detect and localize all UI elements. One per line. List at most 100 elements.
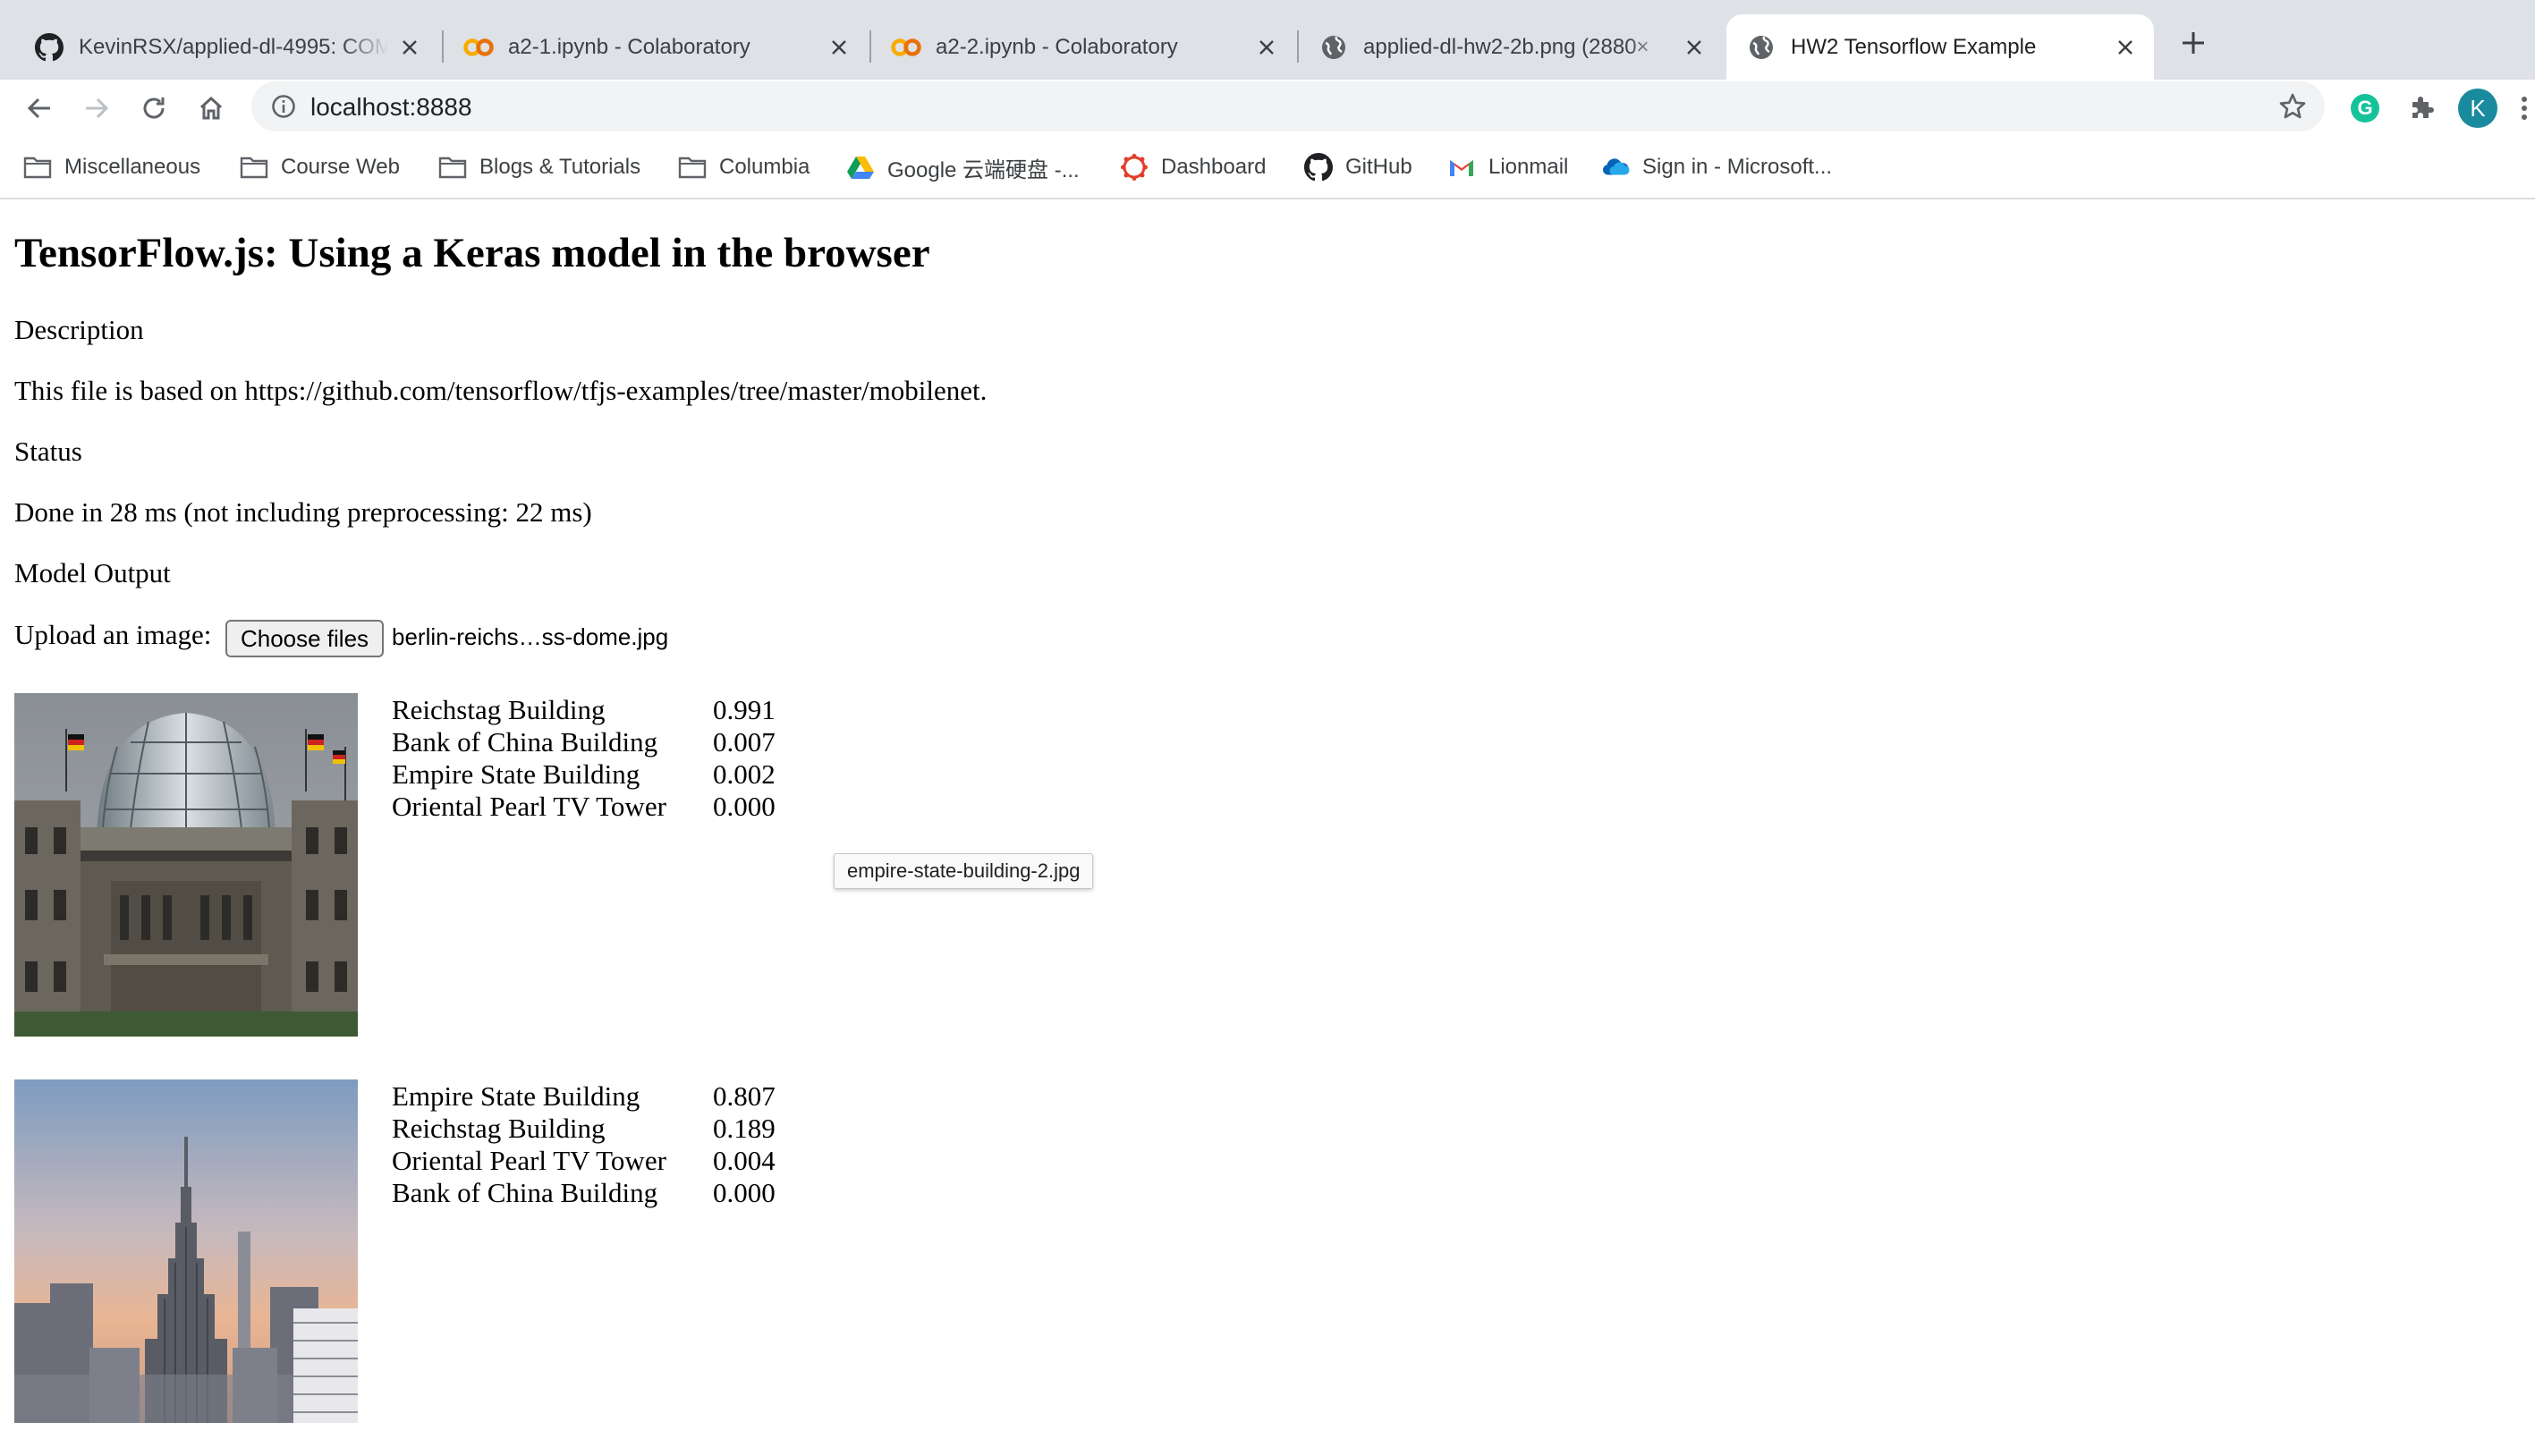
bookmark-label: Google 云端硬盘 -... <box>887 157 1080 182</box>
tab-title: a2-2.ipynb - Colaboratory <box>936 34 1178 59</box>
home-button[interactable] <box>193 90 229 126</box>
prediction-prob: 0.004 <box>713 1145 776 1176</box>
prediction-label: Empire State Building <box>392 1080 640 1112</box>
prediction-prob: 0.991 <box>713 694 776 725</box>
gmail-icon <box>1447 153 1476 182</box>
forward-button[interactable] <box>79 90 114 126</box>
colab-icon <box>463 32 494 63</box>
home-icon <box>199 96 223 120</box>
description-text: This file is based on https://github.com… <box>14 375 988 406</box>
bookmark-label: Sign in - Microsoft... <box>1642 155 1833 179</box>
onedrive-icon <box>1601 153 1630 182</box>
colab-icon <box>891 32 921 63</box>
puzzle-icon <box>2412 97 2434 118</box>
folder-icon <box>678 153 707 182</box>
status-heading: Status <box>14 436 82 467</box>
tab-hw2-tensorflow[interactable]: HW2 Tensorflow Example <box>1726 14 2154 80</box>
bookmark-dashboard[interactable]: Dashboard <box>1120 149 1266 185</box>
close-tab-icon[interactable] <box>827 35 852 60</box>
canvas-icon <box>1120 153 1149 182</box>
grammarly-icon: G <box>2351 94 2379 123</box>
prediction-prob: 0.807 <box>713 1080 776 1112</box>
back-button[interactable] <box>21 90 57 126</box>
prediction-label: Bank of China Building <box>392 1177 658 1208</box>
reichstag-photo <box>14 693 358 1037</box>
browser-menu-button[interactable] <box>2514 90 2535 126</box>
bookmark-github[interactable]: GitHub <box>1304 149 1412 185</box>
bookmark-microsoft-signin[interactable]: Sign in - Microsoft... <box>1601 149 1832 185</box>
folder-icon <box>23 153 52 182</box>
info-icon[interactable] <box>269 92 298 121</box>
status-text: Done in 28 ms (not including preprocessi… <box>14 496 592 528</box>
bookmark-columbia[interactable]: Columbia <box>678 149 810 185</box>
close-tab-icon[interactable] <box>1254 35 1279 60</box>
prediction-label: Oriental Pearl TV Tower <box>392 1145 666 1176</box>
extensions-button[interactable] <box>2404 90 2440 126</box>
google-drive-icon <box>846 153 875 182</box>
bookmark-label: Columbia <box>719 155 810 179</box>
prediction-prob: 0.007 <box>713 726 776 758</box>
prediction-label: Reichstag Building <box>392 1113 606 1144</box>
prediction-label: Empire State Building <box>392 758 640 790</box>
address-bar[interactable]: localhost:8888 <box>251 81 2325 131</box>
chosen-file-name: berlin-reichs…ss-dome.jpg <box>392 623 669 650</box>
github-icon <box>34 32 64 63</box>
folder-icon <box>438 153 467 182</box>
grammarly-extension-button[interactable]: G <box>2347 90 2383 126</box>
url-text[interactable]: localhost:8888 <box>310 93 472 122</box>
bookmark-google-drive[interactable]: Google 云端硬盘 -... <box>846 149 1080 185</box>
page-content: TensorFlow.js: Using a Keras model in th… <box>0 199 2535 1456</box>
plus-icon <box>2183 32 2204 54</box>
globe-icon <box>1318 32 1349 63</box>
tab-colab-a2-1[interactable]: a2-1.ipynb - Colaboratory <box>444 14 868 80</box>
new-tab-button[interactable] <box>2175 25 2211 61</box>
bookmark-label: GitHub <box>1345 155 1412 179</box>
prediction-prob: 0.002 <box>713 758 776 790</box>
kebab-menu-icon <box>2522 97 2527 120</box>
model-output-heading: Model Output <box>14 557 171 588</box>
close-tab-icon[interactable] <box>397 35 422 60</box>
choose-files-button[interactable]: Choose files <box>225 620 384 657</box>
bookmark-label: Course Web <box>281 155 400 179</box>
bookmark-label: Blogs & Tutorials <box>479 155 641 179</box>
bookmark-star-icon[interactable] <box>2276 90 2309 123</box>
tab-png-image[interactable]: applied-dl-hw2-2b.png (2880× <box>1299 14 1723 80</box>
bookmark-course-web[interactable]: Course Web <box>240 149 400 185</box>
browser-toolbar: localhost:8888 G K <box>0 80 2535 137</box>
bookmark-label: Miscellaneous <box>64 155 201 179</box>
arrow-right-icon <box>86 97 109 119</box>
prediction-label: Oriental Pearl TV Tower <box>392 791 666 822</box>
bookmark-miscellaneous[interactable]: Miscellaneous <box>23 149 200 185</box>
prediction-prob: 0.189 <box>713 1113 776 1144</box>
bookmark-lionmail[interactable]: Lionmail <box>1447 149 1568 185</box>
avatar: K <box>2458 89 2497 128</box>
reload-icon <box>143 97 165 119</box>
prediction-label: Bank of China Building <box>392 726 658 758</box>
github-icon <box>1304 153 1333 182</box>
prediction-prob: 0.000 <box>713 1177 776 1208</box>
empire-state-photo <box>14 1079 358 1423</box>
description-heading: Description <box>14 314 144 345</box>
tab-strip: KevinRSX/applied-dl-4995: COMS a2-1.ipyn… <box>0 0 2535 80</box>
bookmark-blogs-tutorials[interactable]: Blogs & Tutorials <box>438 149 640 185</box>
bookmark-label: Lionmail <box>1488 155 1569 179</box>
folder-icon <box>240 153 268 182</box>
close-tab-icon[interactable] <box>1682 35 1707 60</box>
arrow-left-icon <box>27 97 50 119</box>
profile-initial: K <box>2470 94 2486 122</box>
close-tab-icon[interactable] <box>2113 35 2138 60</box>
reload-button[interactable] <box>136 90 172 126</box>
file-tooltip: empire-state-building-2.jpg <box>834 853 1094 889</box>
bookmark-label: Dashboard <box>1161 155 1267 179</box>
prediction-label: Reichstag Building <box>392 694 606 725</box>
profile-avatar[interactable]: K <box>2458 89 2497 128</box>
page-title: TensorFlow.js: Using a Keras model in th… <box>14 230 930 276</box>
bookmarks-bar: Miscellaneous Course Web Blogs & Tutoria… <box>0 137 2535 199</box>
tab-title: HW2 Tensorflow Example <box>1791 34 2037 59</box>
tab-colab-a2-2[interactable]: a2-2.ipynb - Colaboratory <box>871 14 1295 80</box>
tab-github-repo[interactable]: KevinRSX/applied-dl-4995: COMS <box>14 14 438 80</box>
tab-title: applied-dl-hw2-2b.png (2880× <box>1363 34 1649 59</box>
prediction-prob: 0.000 <box>713 791 776 822</box>
tab-title: KevinRSX/applied-dl-4995: COMS <box>79 34 388 59</box>
tab-title: a2-1.ipynb - Colaboratory <box>508 34 750 59</box>
